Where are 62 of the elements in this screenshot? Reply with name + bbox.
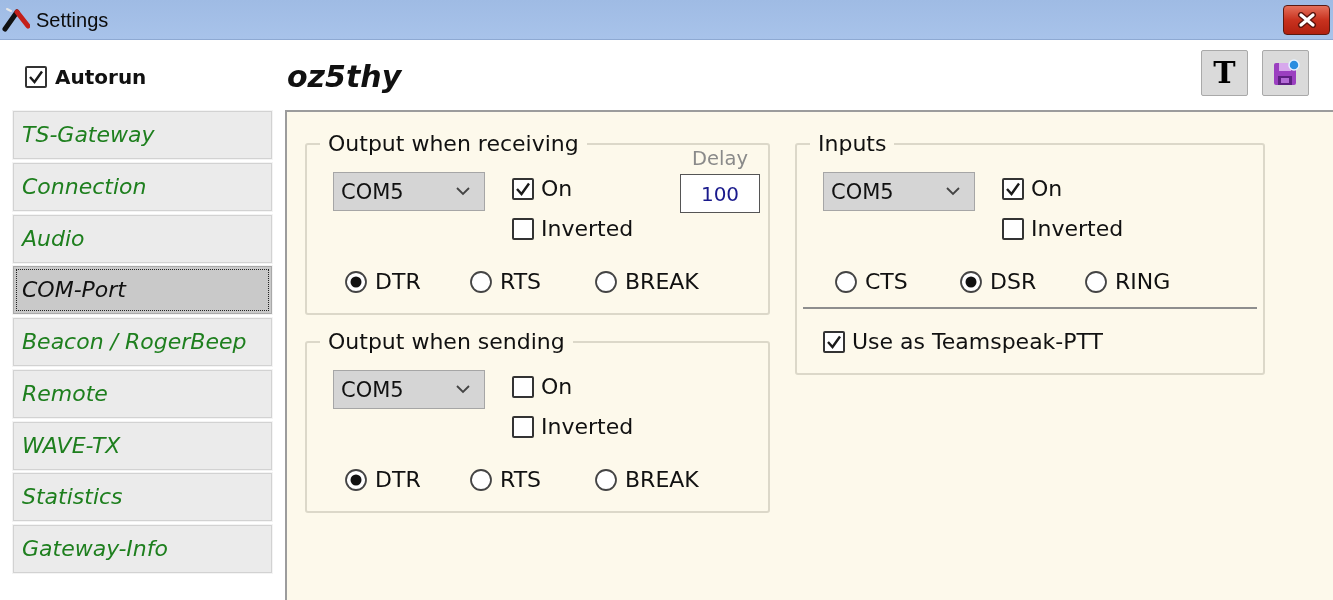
checkbox-label: On [541, 176, 573, 202]
sidebar-item[interactable]: Beacon / RogerBeep [13, 318, 272, 366]
group-title: Output when receiving [327, 131, 580, 157]
checkbox[interactable] [823, 331, 845, 353]
port-dropdown[interactable]: COM5 [333, 370, 485, 409]
checkbox-label: Inverted [541, 216, 634, 242]
sidebar-item[interactable]: WAVE-TX [13, 421, 272, 470]
checkbox-label: Inverted [1031, 216, 1124, 242]
sidebar-item[interactable]: Statistics [13, 473, 272, 522]
radio-button[interactable] [345, 271, 367, 293]
radio-label: DSR [990, 269, 1037, 295]
save-button[interactable] [1262, 50, 1309, 96]
checkbox-label: On [1031, 176, 1063, 202]
checkbox-label: Use as Teamspeak-PTT [852, 329, 1104, 355]
checkbox-label: On [541, 374, 573, 400]
radio-button[interactable] [1085, 271, 1107, 293]
floppy-disk-icon [1271, 59, 1300, 87]
radio-button[interactable] [595, 469, 617, 491]
radio-button[interactable] [345, 469, 367, 491]
chevron-down-icon [456, 385, 470, 394]
chevron-down-icon [456, 187, 470, 196]
sidebar-item[interactable]: Remote [13, 369, 272, 418]
group-title: Inputs [817, 131, 888, 157]
checkbox-label: Inverted [541, 414, 634, 440]
checkbox-label: Autorun [55, 65, 147, 89]
radio-label: RTS [500, 269, 542, 295]
sidebar-item[interactable]: TS-Gateway [13, 111, 272, 159]
profile-name: oz5thy [286, 58, 402, 95]
radio-button[interactable] [470, 469, 492, 491]
radio-label: BREAK [625, 269, 699, 295]
radio-label: BREAK [625, 467, 699, 493]
radio-button[interactable] [960, 271, 982, 293]
close-button[interactable] [1283, 4, 1330, 35]
radio-button[interactable] [835, 271, 857, 293]
radio-label: RING [1115, 269, 1171, 295]
port-dropdown[interactable]: COM5 [333, 172, 485, 211]
chevron-down-icon [946, 187, 960, 196]
delay-field[interactable]: 100 [680, 174, 760, 213]
checkbox[interactable] [512, 218, 534, 240]
tool-icon [2, 6, 30, 33]
radio-button[interactable] [595, 271, 617, 293]
close-icon [1296, 11, 1317, 28]
checkbox[interactable] [512, 416, 534, 438]
checkbox[interactable] [512, 376, 534, 398]
window-title: Settings [36, 7, 109, 32]
checkbox[interactable] [25, 66, 47, 88]
delay-label: Delay [692, 148, 748, 170]
checkbox[interactable] [1002, 178, 1024, 200]
radio-label: CTS [865, 269, 908, 295]
sidebar-item[interactable]: COM-Port [13, 266, 272, 315]
sidebar-item[interactable]: Connection [13, 162, 272, 211]
checkbox[interactable] [1002, 218, 1024, 240]
radio-label: DTR [375, 467, 421, 493]
radio-label: DTR [375, 269, 421, 295]
sidebar-item[interactable]: Audio [13, 214, 272, 263]
checkbox[interactable] [512, 178, 534, 200]
port-dropdown[interactable]: COM5 [823, 172, 975, 211]
radio-label: RTS [500, 467, 542, 493]
group-title: Output when sending [327, 329, 566, 355]
sidebar-item[interactable]: Gateway-Info [13, 525, 272, 573]
radio-button[interactable] [470, 271, 492, 293]
font-button[interactable]: T [1201, 50, 1248, 96]
